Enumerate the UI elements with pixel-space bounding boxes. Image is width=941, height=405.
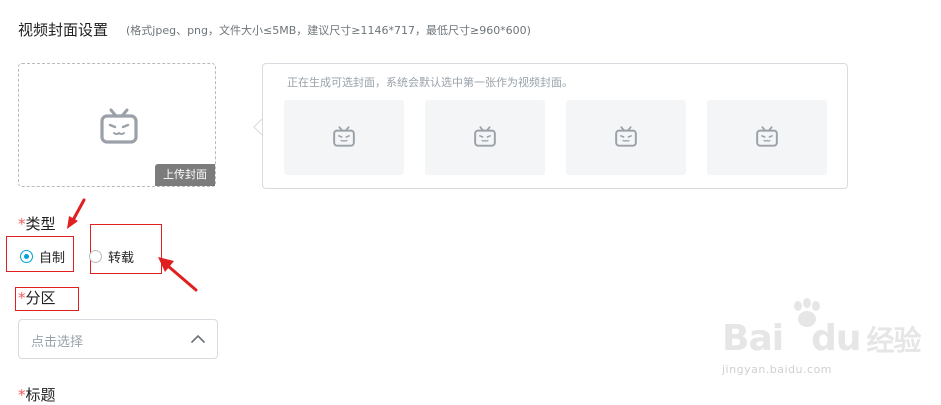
bilibili-tv-icon: [474, 126, 496, 147]
upload-cover-badge[interactable]: 上传封面: [155, 164, 215, 186]
bilibili-tv-icon: [100, 108, 138, 144]
bilibili-tv-icon: [615, 126, 637, 147]
radio-repost-label: 转载: [108, 251, 135, 266]
annotation-arrow-icon: [158, 257, 198, 292]
bilibili-tv-icon: [333, 126, 355, 147]
radio-repost[interactable]: 转载: [89, 247, 134, 266]
type-label: *类型: [18, 213, 56, 234]
cover-thumbnail[interactable]: [707, 100, 827, 175]
cover-upload-box[interactable]: 上传封面: [18, 63, 216, 187]
bilibili-tv-icon: [756, 126, 778, 147]
cover-thumbnail[interactable]: [566, 100, 686, 175]
required-star: *: [18, 215, 26, 233]
cover-format-hint: (格式jpeg、png，文件大小≤5MB，建议尺寸≥1146*717，最低尺寸≥…: [126, 24, 531, 37]
zone-select[interactable]: 点击选择: [18, 319, 218, 359]
type-label-text: 类型: [25, 215, 56, 233]
zone-select-placeholder: 点击选择: [31, 335, 84, 350]
auto-cover-hint: 正在生成可选封面，系统会默认选中第一张作为视频封面。: [287, 76, 573, 89]
annotation-arrow-icon: [67, 198, 86, 229]
cover-thumbnail[interactable]: [284, 100, 404, 175]
radio-checked-icon[interactable]: [20, 250, 33, 263]
zone-label: *分区: [18, 287, 56, 308]
cover-section-title: 视频封面设置: [18, 21, 109, 39]
required-star: *: [18, 289, 26, 307]
radio-unchecked-icon[interactable]: [89, 250, 102, 263]
radio-original-label: 自制: [39, 251, 66, 266]
cover-thumbnail[interactable]: [425, 100, 545, 175]
chevron-up-icon[interactable]: [191, 334, 205, 344]
title-label: *标题: [18, 384, 56, 405]
watermark-url: jingyan.baidu.com: [722, 363, 833, 376]
radio-original[interactable]: 自制: [20, 247, 65, 266]
title-label-text: 标题: [25, 386, 56, 404]
zone-label-text: 分区: [25, 289, 56, 307]
auto-cover-panel: 正在生成可选封面，系统会默认选中第一张作为视频封面。: [262, 63, 848, 189]
required-star: *: [18, 386, 26, 404]
baidu-paw-icon: [794, 298, 820, 327]
